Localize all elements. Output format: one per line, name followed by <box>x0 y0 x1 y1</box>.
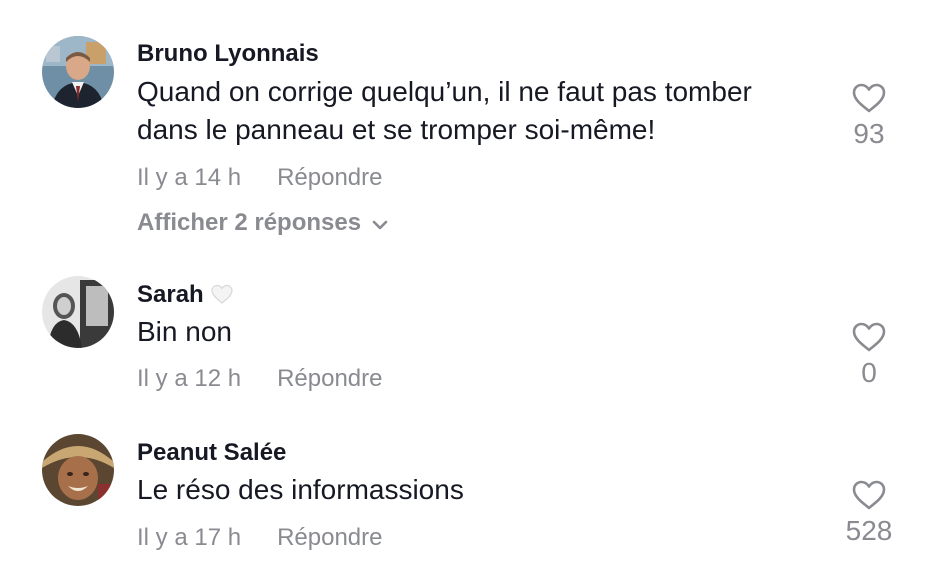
avatar-image <box>42 36 114 108</box>
chevron-down-icon <box>372 220 388 230</box>
comment-username[interactable]: Peanut Salée <box>137 439 286 467</box>
username-label: Sarah <box>137 281 204 308</box>
heart-outline-icon <box>852 83 886 113</box>
avatar[interactable] <box>42 434 114 506</box>
like-count: 528 <box>845 515 893 546</box>
reply-button[interactable]: Répondre <box>277 365 382 392</box>
comment-text: Le réso des informassions <box>137 474 464 505</box>
like-count: 0 <box>861 357 877 388</box>
comment-text: Bin non <box>137 316 232 347</box>
reply-button[interactable]: Répondre <box>277 164 382 191</box>
comment-username[interactable]: Bruno Lyonnais <box>137 40 319 68</box>
comment-username[interactable]: Sarah <box>137 281 234 309</box>
avatar-image <box>42 276 114 348</box>
like-count: 93 <box>853 118 885 149</box>
like-button[interactable]: 0 <box>834 321 904 389</box>
comment-text: Quand on corrige quelqu’un, il ne faut p… <box>137 76 752 145</box>
comment-meta: Il y a 14 h Répondre <box>137 164 382 192</box>
heart-outline-icon <box>852 480 886 510</box>
white-heart-icon <box>211 284 233 304</box>
comment-meta: Il y a 17 h Répondre <box>137 524 382 552</box>
comment-meta: Il y a 12 h Répondre <box>137 365 382 393</box>
view-replies-label: Afficher 2 réponses <box>137 209 362 236</box>
view-replies-button[interactable]: Afficher 2 réponses <box>137 209 389 237</box>
avatar[interactable] <box>42 276 114 348</box>
reply-button[interactable]: Répondre <box>277 524 382 551</box>
avatar-image <box>42 434 114 506</box>
comment-timestamp: Il y a 12 h <box>137 365 242 392</box>
avatar[interactable] <box>42 36 114 108</box>
heart-outline-icon <box>852 322 886 352</box>
comment-timestamp: Il y a 14 h <box>137 164 242 191</box>
like-button[interactable]: 528 <box>834 479 904 547</box>
like-button[interactable]: 93 <box>834 82 904 150</box>
comment-timestamp: Il y a 17 h <box>137 524 242 551</box>
